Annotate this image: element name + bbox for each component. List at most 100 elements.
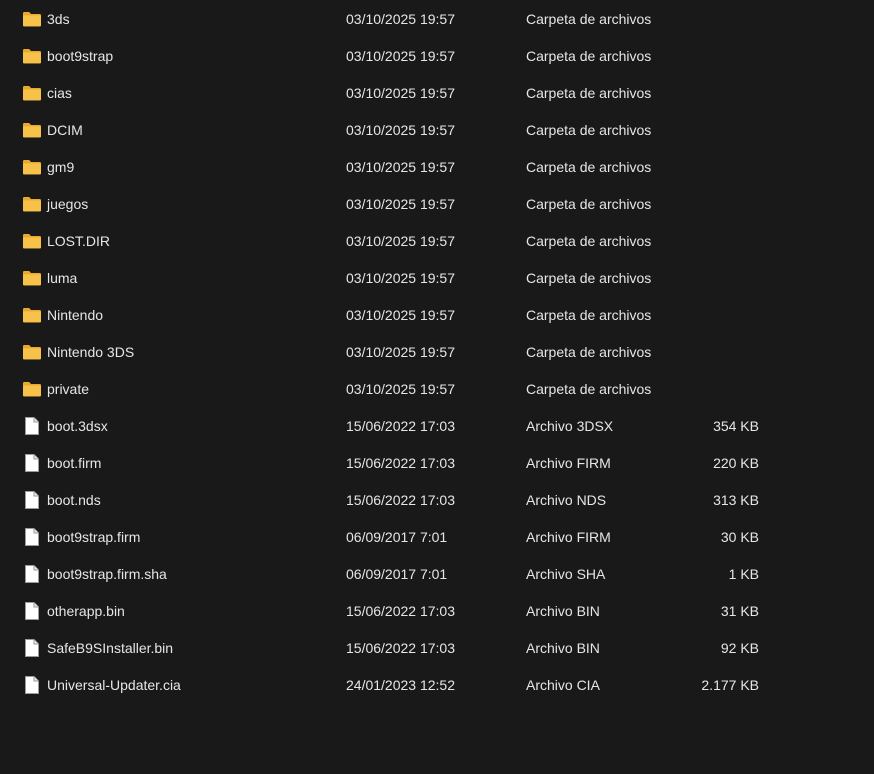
file-size: 1 KB (728, 566, 759, 582)
date-modified: 03/10/2025 19:57 (346, 159, 455, 175)
file-size: 220 KB (713, 455, 759, 471)
date-modified: 24/01/2023 12:52 (346, 677, 455, 693)
date-modified: 15/06/2022 17:03 (346, 418, 455, 434)
file-size: 31 KB (720, 603, 759, 619)
folder-row[interactable]: boot9strap 03/10/2025 19:57 Carpeta de arc… (0, 38, 874, 75)
file-size: 354 KB (713, 418, 759, 434)
date-modified: 03/10/2025 19:57 (346, 11, 455, 27)
file-name: private (47, 381, 90, 397)
folder-row[interactable]: gm9 03/10/2025 19:57 Carpeta de archivos (0, 149, 874, 186)
file-icon (22, 565, 42, 583)
folder-row[interactable]: Nintendo 3DS 03/10/2025 19:57 Carpeta de a… (0, 334, 874, 371)
folder-row[interactable]: private 03/10/2025 19:57 Carpeta de archiv… (0, 371, 874, 408)
file-name: Nintendo 3DS (47, 344, 135, 360)
file-type: Archivo SHA (526, 566, 606, 582)
file-type: Archivo FIRM (526, 455, 611, 471)
file-name: juegos (47, 196, 89, 212)
file-icon (22, 491, 42, 509)
file-name: SafeB9SInstaller.bin (47, 640, 174, 656)
folder-icon (22, 269, 42, 287)
file-name: boot9strap.firm (47, 529, 141, 545)
file-name: cias (47, 85, 72, 101)
file-row[interactable]: SafeB9SInstaller.bin 15/06/2022 17:03 Arch… (0, 630, 874, 667)
folder-icon (22, 232, 42, 250)
folder-icon (22, 121, 42, 139)
file-type: Carpeta de archivos (526, 122, 652, 138)
folder-icon (22, 84, 42, 102)
date-modified: 03/10/2025 19:57 (346, 270, 455, 286)
file-icon (22, 602, 42, 620)
file-row[interactable]: boot9strap.firm.sha 06/09/2017 7:01 Archiv… (0, 556, 874, 593)
file-size: 30 KB (720, 529, 759, 545)
folder-row[interactable]: cias 03/10/2025 19:57 Carpeta de archivos (0, 75, 874, 112)
file-type: Archivo BIN (526, 603, 600, 619)
file-icon (22, 454, 42, 472)
file-row[interactable]: boot.firm 15/06/2022 17:03 Archivo FIRM 220… (0, 445, 874, 482)
file-type: Carpeta de archivos (526, 48, 652, 64)
date-modified: 03/10/2025 19:57 (346, 344, 455, 360)
folder-row[interactable]: LOST.DIR 03/10/2025 19:57 Carpeta de archi… (0, 223, 874, 260)
file-name: DCIM (47, 122, 83, 138)
file-type: Carpeta de archivos (526, 85, 652, 101)
date-modified: 03/10/2025 19:57 (346, 307, 455, 323)
folder-icon (22, 158, 42, 176)
date-modified: 03/10/2025 19:57 (346, 48, 455, 64)
file-row[interactable]: boot9strap.firm 06/09/2017 7:01 Archivo FI… (0, 519, 874, 556)
file-type: Archivo NDS (526, 492, 607, 508)
file-type: Archivo CIA (526, 677, 600, 693)
date-modified: 03/10/2025 19:57 (346, 381, 455, 397)
file-row[interactable]: otherapp.bin 15/06/2022 17:03 Archivo BIN 3… (0, 593, 874, 630)
file-name: luma (47, 270, 78, 286)
date-modified: 03/10/2025 19:57 (346, 122, 455, 138)
date-modified: 03/10/2025 19:57 (346, 233, 455, 249)
file-icon (22, 639, 42, 657)
file-size: 2.177 KB (701, 677, 759, 693)
file-type: Carpeta de archivos (526, 159, 652, 175)
file-type: Carpeta de archivos (526, 307, 652, 323)
date-modified: 15/06/2022 17:03 (346, 455, 455, 471)
file-name: gm9 (47, 159, 75, 175)
file-type: Carpeta de archivos (526, 233, 652, 249)
file-name: boot.nds (47, 492, 101, 508)
folder-row[interactable]: juegos 03/10/2025 19:57 Carpeta de archivo… (0, 186, 874, 223)
date-modified: 15/06/2022 17:03 (346, 640, 455, 656)
folder-icon (22, 380, 42, 398)
file-row[interactable]: boot.nds 15/06/2022 17:03 Archivo NDS 313 K… (0, 482, 874, 519)
folder-row[interactable]: Nintendo 03/10/2025 19:57 Carpeta de archi… (0, 297, 874, 334)
folder-row[interactable]: 3ds 03/10/2025 19:57 Carpeta de archivos (0, 1, 874, 38)
file-icon (22, 528, 42, 546)
file-type: Carpeta de archivos (526, 381, 652, 397)
file-type: Archivo BIN (526, 640, 600, 656)
file-row[interactable]: boot.3dsx 15/06/2022 17:03 Archivo 3DSX 354… (0, 408, 874, 445)
folder-icon (22, 195, 42, 213)
date-modified: 03/10/2025 19:57 (346, 85, 455, 101)
file-name: boot9strap.firm.sha (47, 566, 167, 582)
date-modified: 03/10/2025 19:57 (346, 196, 455, 212)
file-type: Carpeta de archivos (526, 196, 652, 212)
folder-icon (22, 47, 42, 65)
file-name: boot9strap (47, 48, 114, 64)
date-modified: 06/09/2017 7:01 (346, 566, 448, 582)
file-name: LOST.DIR (47, 233, 111, 249)
file-type: Carpeta de archivos (526, 11, 652, 27)
folder-row[interactable]: luma 03/10/2025 19:57 Carpeta de archivos (0, 260, 874, 297)
date-modified: 06/09/2017 7:01 (346, 529, 448, 545)
file-name: Universal-Updater.cia (47, 677, 181, 693)
file-size: 313 KB (713, 492, 759, 508)
folder-icon (22, 10, 42, 28)
file-type: Carpeta de archivos (526, 344, 652, 360)
file-name: Nintendo (47, 307, 104, 323)
file-name: boot.3dsx (47, 418, 108, 434)
file-list: 3ds 03/10/2025 19:57 Carpeta de archivos b… (0, 1, 874, 704)
file-icon (22, 676, 42, 694)
file-name: otherapp.bin (47, 603, 125, 619)
file-row[interactable]: Universal-Updater.cia 24/01/2023 12:52 Arc… (0, 667, 874, 704)
file-size: 92 KB (720, 640, 759, 656)
folder-row[interactable]: DCIM 03/10/2025 19:57 Carpeta de archivos (0, 112, 874, 149)
file-name: 3ds (47, 11, 70, 27)
file-type: Carpeta de archivos (526, 270, 652, 286)
file-type: Archivo FIRM (526, 529, 611, 545)
date-modified: 15/06/2022 17:03 (346, 492, 455, 508)
date-modified: 15/06/2022 17:03 (346, 603, 455, 619)
file-type: Archivo 3DSX (526, 418, 614, 434)
